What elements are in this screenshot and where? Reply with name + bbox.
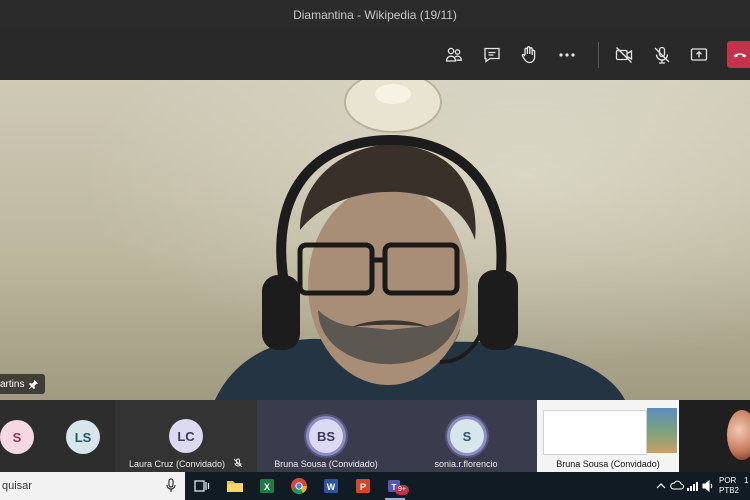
teams-meeting-window: Diamantina - Wikipedia (19/11) artins S … [0,0,750,500]
search-placeholder: quisar [2,480,32,492]
volume-icon[interactable] [701,476,715,496]
leave-call-button[interactable] [727,41,750,68]
leave-call-icon [733,53,747,58]
chat-icon[interactable] [479,42,505,68]
language-code: POR [719,476,737,485]
language-indicator[interactable]: POR PTB2 [719,476,739,496]
toolbar-divider [598,42,599,68]
clock[interactable]: 1 [744,476,748,486]
taskbar-search-box[interactable]: quisar [0,472,185,500]
avatar [727,410,750,460]
screen-share-tile[interactable]: Bruna Sousa (Convidado) [537,400,679,472]
participant-name: sonia.r.florencio [434,459,498,469]
cloud-icon[interactable] [670,476,684,496]
main-participant-name: artins [0,378,25,390]
excel-icon[interactable]: X [257,476,277,496]
mic-off-icon[interactable] [649,42,675,68]
chrome-icon[interactable] [289,476,309,496]
participant-strip: S LS LC Laura Cruz (Convidado) BS Bruna … [0,400,750,472]
shared-screen-thumbnail [543,410,647,455]
window-title-bar: Diamantina - Wikipedia (19/11) [0,0,750,30]
windows-taskbar: quisar X W P T 9+ POR PTB2 1 [0,472,750,500]
avatar: LC [169,419,203,453]
keyboard-layout: PTB2 [719,486,740,495]
participant-tile[interactable]: BS Bruna Sousa (Convidado) [257,400,395,472]
participants-icon[interactable] [441,42,467,68]
participant-tile[interactable]: S sonia.r.florencio [395,400,537,472]
avatar: LS [66,420,100,454]
avatar: S [450,419,484,453]
clock-time: 1 [744,476,749,485]
participant-tile[interactable] [679,400,750,472]
participant-tile[interactable]: LC Laura Cruz (Convidado) [115,400,257,472]
chevron-up-icon[interactable] [655,476,667,496]
meeting-toolbar [0,30,750,80]
shared-screen-image [647,408,677,453]
avatar: S [0,420,34,454]
word-icon[interactable]: W [321,476,341,496]
more-options-icon[interactable] [554,42,580,68]
main-participant-name-tag: artins [0,374,46,394]
pin-icon [29,379,39,389]
avatar: BS [309,419,343,453]
camera-off-icon[interactable] [611,42,637,68]
participant-name: Bruna Sousa (Convidado) [274,459,378,469]
svg-text:X: X [264,482,270,492]
raise-hand-icon[interactable] [516,42,542,68]
svg-text:P: P [360,482,366,492]
microphone-icon[interactable] [165,478,177,494]
task-view-icon[interactable] [192,476,212,496]
mic-off-icon [233,458,243,468]
file-explorer-icon[interactable] [225,476,245,496]
powerpoint-icon[interactable]: P [353,476,373,496]
network-icon[interactable] [686,476,700,496]
participant-video-illustration [215,80,625,400]
teams-notification-badge: 9+ [395,485,409,495]
participant-tile[interactable]: S LS [0,400,115,472]
window-title: Diamantina - Wikipedia (19/11) [293,8,457,22]
svg-text:W: W [327,482,336,492]
share-screen-icon[interactable] [686,42,712,68]
main-video-feed: artins [0,80,750,400]
participant-name: Bruna Sousa (Convidado) [556,459,660,469]
